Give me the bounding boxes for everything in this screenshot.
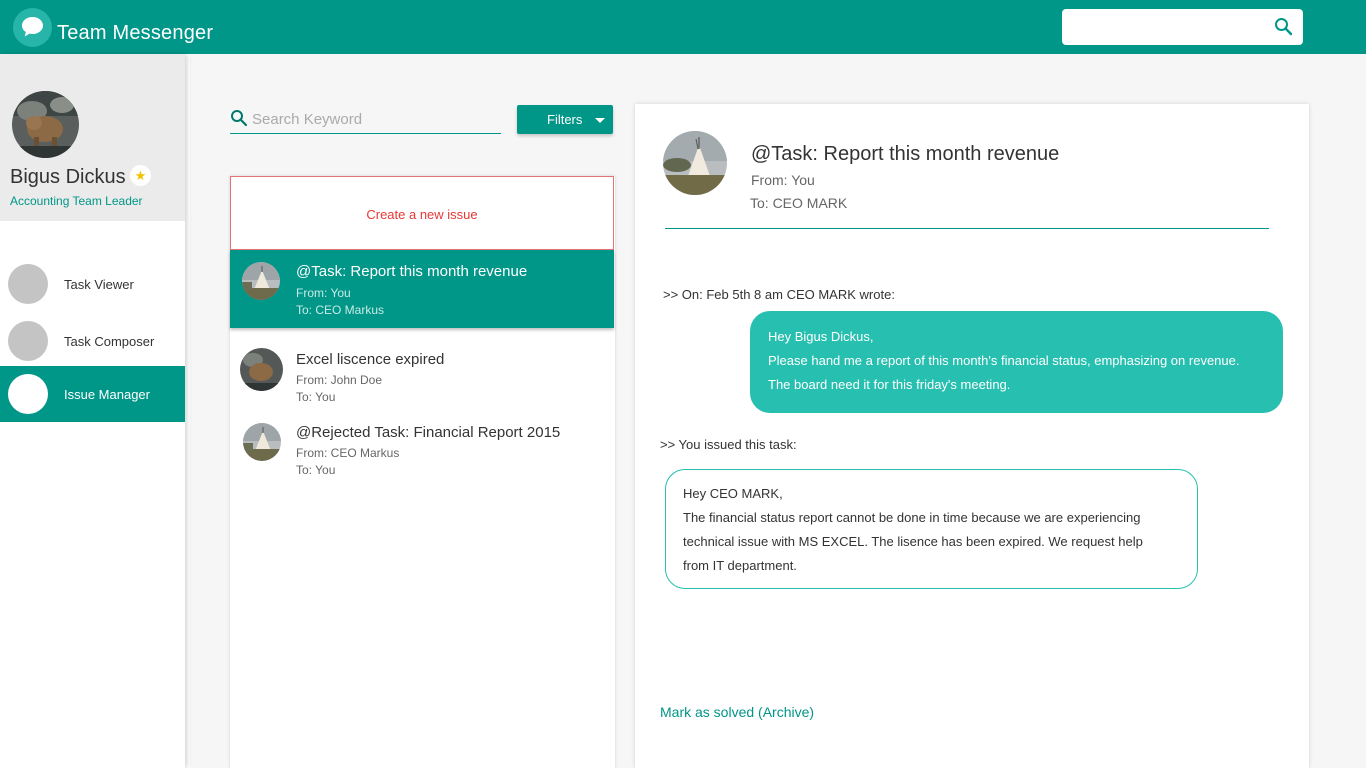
user-profile: Bigus Dickus ★ Accounting Team Leader — [0, 54, 185, 221]
detail-to: To: CEO MARK — [750, 195, 848, 211]
list-item[interactable]: @Task: Report this month revenue From: Y… — [230, 250, 614, 328]
mark-solved-link[interactable]: Mark as solved (Archive) — [660, 704, 814, 720]
global-search-input[interactable] — [1070, 15, 1260, 39]
issue-to: To: You — [296, 390, 336, 404]
profile-role: Accounting Team Leader — [10, 194, 143, 208]
message-line: The board need it for this friday's meet… — [768, 377, 1011, 392]
caret-down-icon — [595, 118, 605, 123]
outgoing-message: Hey CEO MARK, The financial status repor… — [665, 469, 1198, 589]
message-line: Please hand me a report of this month's … — [768, 353, 1240, 368]
avatar[interactable] — [12, 91, 79, 158]
issue-title: @Rejected Task: Financial Report 2015 — [296, 424, 561, 441]
sidebar-item-label: Task Viewer — [64, 277, 134, 292]
avatar — [663, 131, 727, 195]
avatar — [240, 348, 283, 391]
global-search[interactable] — [1062, 9, 1303, 45]
issue-from: From: John Doe — [296, 373, 383, 387]
message-line: Hey CEO MARK, — [683, 486, 783, 501]
issue-to: To: CEO Markus — [296, 303, 385, 317]
sidebar-item-task-composer[interactable]: Task Composer — [0, 313, 185, 369]
top-bar: Team Messenger — [0, 0, 1366, 54]
issue-title: Excel liscence expired — [296, 351, 445, 368]
issue-list: Create a new issue @Task: Report this mo… — [230, 176, 615, 768]
star-icon: ★ — [130, 165, 151, 186]
sidebar: Bigus Dickus ★ Accounting Team Leader Ta… — [0, 54, 185, 768]
sidebar-item-issue-manager[interactable]: Issue Manager — [0, 366, 185, 422]
app-title: Team Messenger — [57, 22, 214, 44]
task-viewer-icon — [8, 264, 48, 304]
list-item[interactable]: @Rejected Task: Financial Report 2015 Fr… — [230, 413, 614, 491]
issue-title: @Task: Report this month revenue — [296, 263, 528, 280]
filters-label: Filters — [547, 112, 583, 127]
incoming-message: Hey Bigus Dickus, Please hand me a repor… — [750, 311, 1283, 413]
task-composer-icon — [8, 321, 48, 361]
profile-name: Bigus Dickus — [10, 166, 126, 188]
sidebar-item-label: Task Composer — [64, 334, 155, 349]
avatar — [242, 262, 280, 300]
quote-header: >> On: Feb 5th 8 am CEO MARK wrote: — [663, 287, 895, 302]
chat-bubble-icon — [13, 8, 52, 47]
search-icon[interactable] — [1274, 17, 1293, 41]
create-issue-button[interactable]: Create a new issue — [230, 176, 614, 250]
message-line: The financial status report cannot be do… — [683, 510, 1141, 525]
keyword-search-input[interactable] — [252, 108, 492, 130]
sidebar-item-task-viewer[interactable]: Task Viewer — [0, 256, 185, 312]
detail-title: @Task: Report this month revenue — [751, 143, 1060, 165]
sidebar-item-label: Issue Manager — [64, 387, 150, 402]
detail-from: From: You — [751, 172, 815, 188]
issue-from: From: You — [296, 286, 351, 300]
avatar — [243, 423, 281, 461]
message-line: technical issue with MS EXCEL. The lisen… — [683, 534, 1143, 549]
message-line: from IT department. — [683, 558, 797, 573]
issued-header: >> You issued this task: — [660, 437, 797, 452]
issue-from: From: CEO Markus — [296, 446, 400, 460]
create-issue-label: Create a new issue — [366, 207, 478, 222]
keyword-search[interactable] — [230, 106, 501, 134]
list-item[interactable]: Excel liscence expired From: John Doe To… — [230, 340, 614, 418]
divider — [665, 228, 1269, 229]
search-icon — [230, 109, 248, 132]
filters-button[interactable]: Filters — [517, 105, 613, 134]
issue-detail: @Task: Report this month revenue From: Y… — [635, 104, 1309, 768]
issue-manager-icon — [8, 374, 48, 414]
message-line: Hey Bigus Dickus, — [768, 329, 874, 344]
issue-to: To: You — [296, 463, 336, 477]
